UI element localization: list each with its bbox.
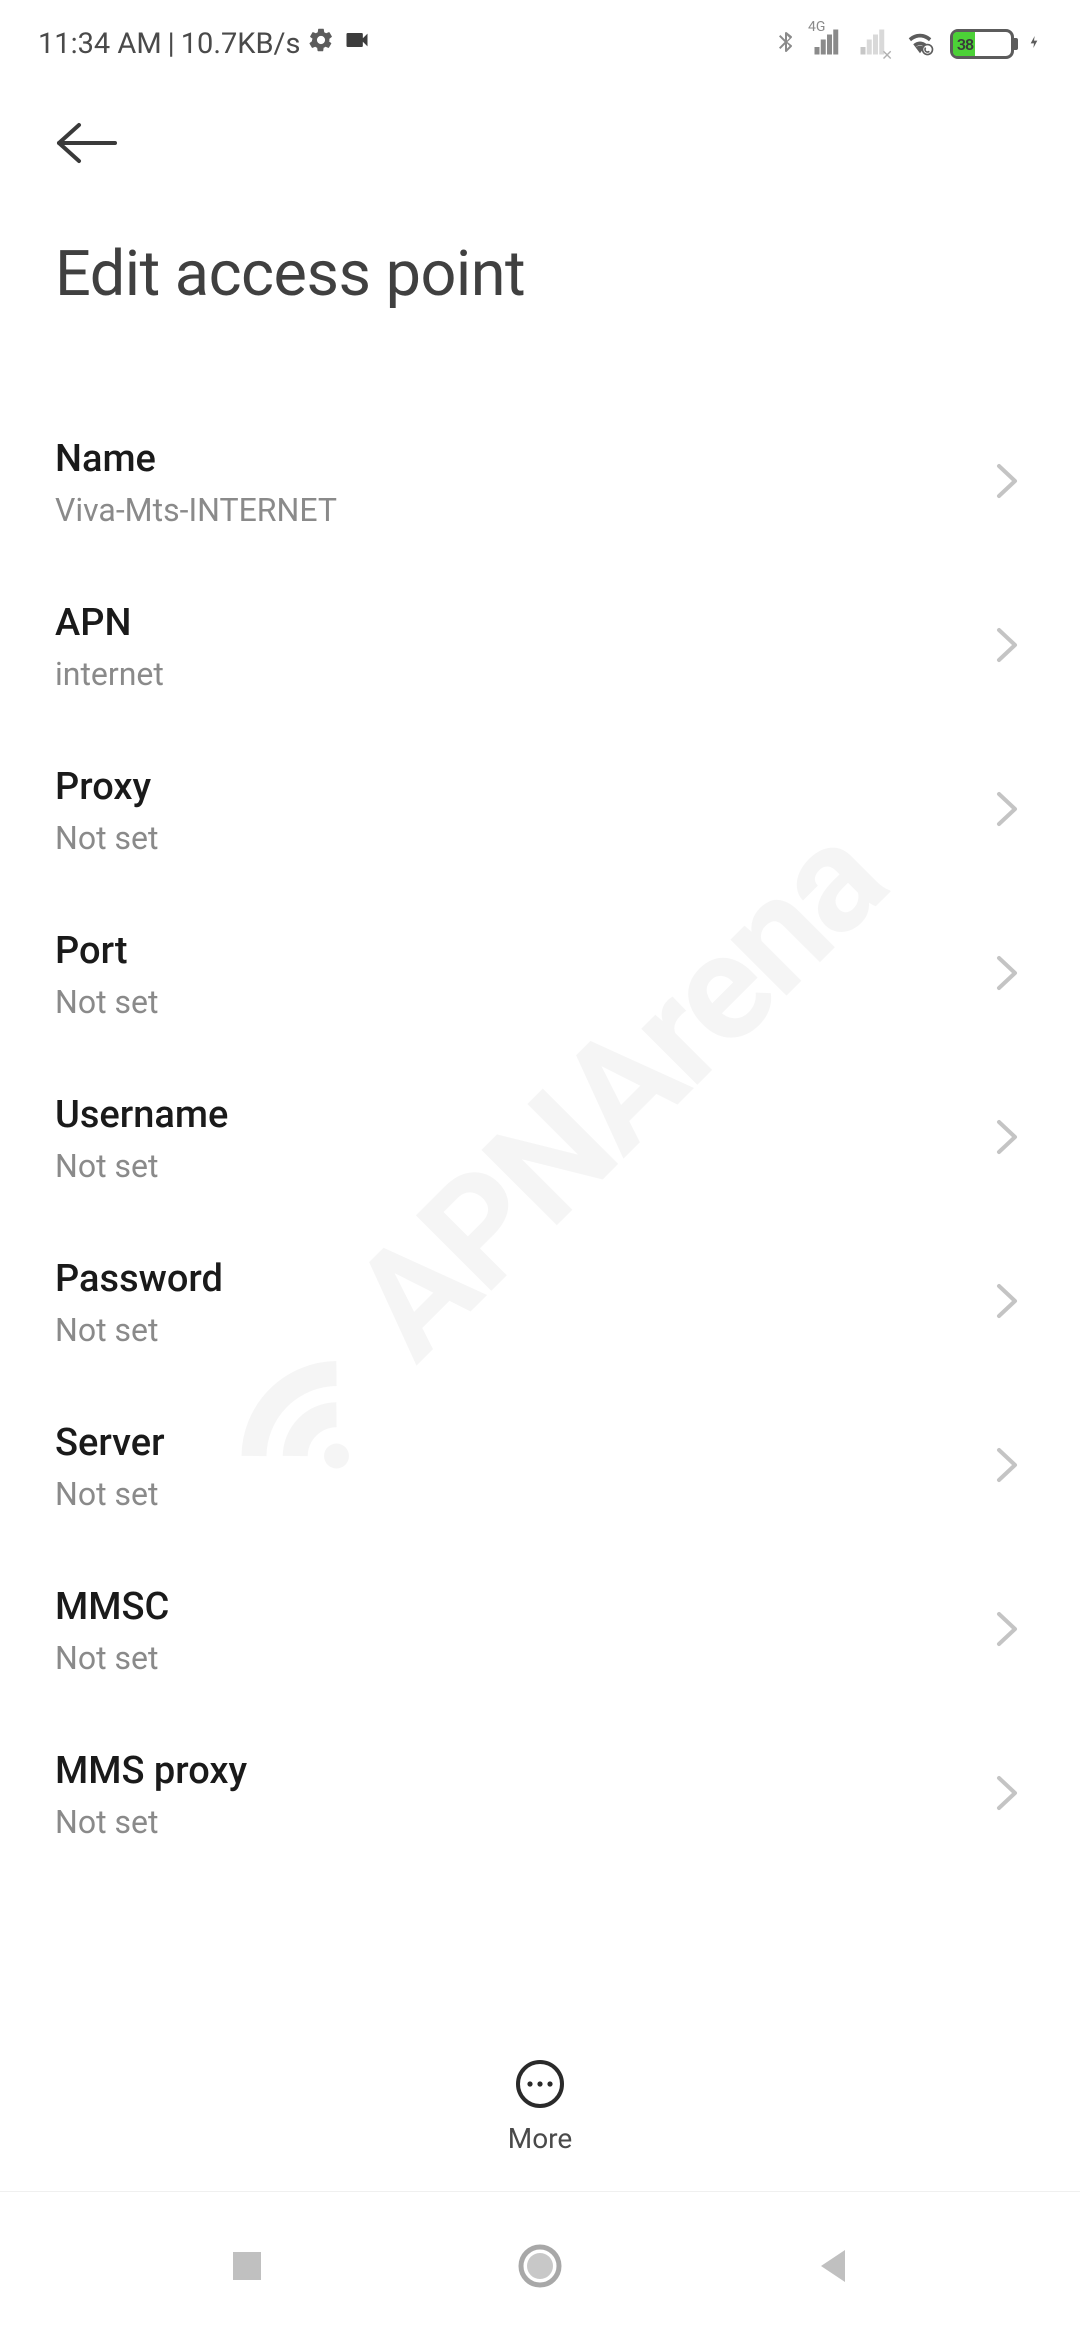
item-value: Viva-Mts-INTERNET [55,491,337,529]
list-item-text: Name Viva-Mts-INTERNET [55,437,337,529]
arrow-left-icon [55,121,119,165]
list-item-server[interactable]: Server Not set [55,1385,1025,1549]
list-item-text: MMSC Not set [55,1585,169,1677]
signal-sim1-icon: 4G [810,27,844,61]
signal-sim2-icon: ✕ [856,27,890,61]
back-button[interactable] [55,108,125,178]
nav-recents-button[interactable] [187,2226,307,2306]
battery-percent: 38 [953,32,975,56]
wifi-icon [902,27,938,61]
list-item-text: APN internet [55,601,164,693]
chevron-right-icon [993,788,1021,834]
item-label: MMS proxy [55,1749,247,1793]
system-navbar [0,2192,1080,2340]
item-label: Name [55,437,337,481]
item-value: Not set [55,1311,223,1349]
item-label: Proxy [55,765,158,809]
charging-icon [1026,27,1042,61]
status-data-rate: 10.7KB/s [181,27,301,61]
status-separator: | [168,27,175,61]
list-item-mmsc[interactable]: MMSC Not set [55,1549,1025,1713]
list-item-text: Proxy Not set [55,765,158,857]
nav-back-button[interactable] [773,2226,893,2306]
more-horizontal-icon [514,2058,566,2110]
list-item-username[interactable]: Username Not set [55,1057,1025,1221]
item-value: Not set [55,1639,169,1677]
settings-list: Name Viva-Mts-INTERNET APN internet Prox… [0,401,1080,1991]
item-value: Not set [55,1147,228,1185]
status-time: 11:34 AM [38,27,162,61]
chevron-right-icon [993,460,1021,506]
triangle-left-icon [815,2246,851,2286]
list-item-text: Username Not set [55,1093,228,1185]
battery-icon: 38 [950,29,1014,59]
page-title: Edit access point [55,238,1025,311]
chevron-right-icon [993,1608,1021,1654]
item-label: MMSC [55,1585,169,1629]
item-label: Username [55,1093,228,1137]
nav-home-button[interactable] [480,2226,600,2306]
item-label: Password [55,1257,223,1301]
item-value: Not set [55,1475,165,1513]
list-item-apn[interactable]: APN internet [55,565,1025,729]
video-camera-icon [341,26,373,62]
chevron-right-icon [993,1444,1021,1490]
chevron-right-icon [993,624,1021,670]
chevron-right-icon [993,952,1021,998]
item-label: Server [55,1421,165,1465]
status-bar: 11:34 AM | 10.7KB/s 4G ✕ 38 [0,0,1080,88]
item-label: Port [55,929,158,973]
chevron-right-icon [993,1772,1021,1818]
item-value: internet [55,655,164,693]
list-item-name[interactable]: Name Viva-Mts-INTERNET [55,401,1025,565]
item-value: Not set [55,819,158,857]
gear-icon [307,26,335,62]
bottom-toolbar: More [0,2032,1080,2192]
square-icon [229,2248,265,2284]
circle-icon [517,2243,563,2289]
header: Edit access point [0,108,1080,311]
item-label: APN [55,601,164,645]
list-item-text: Password Not set [55,1257,223,1349]
chevron-right-icon [993,1280,1021,1326]
list-item-port[interactable]: Port Not set [55,893,1025,1057]
item-value: Not set [55,1803,247,1841]
more-label: More [508,2122,573,2155]
list-item-mms-proxy[interactable]: MMS proxy Not set [55,1713,1025,1877]
bluetooth-icon [774,25,798,63]
list-item-password[interactable]: Password Not set [55,1221,1025,1385]
item-value: Not set [55,983,158,1021]
list-item-text: Port Not set [55,929,158,1021]
chevron-right-icon [993,1116,1021,1162]
list-item-text: Server Not set [55,1421,165,1513]
list-item-text: MMS proxy Not set [55,1749,247,1841]
more-button[interactable] [514,2058,566,2110]
list-item-proxy[interactable]: Proxy Not set [55,729,1025,893]
